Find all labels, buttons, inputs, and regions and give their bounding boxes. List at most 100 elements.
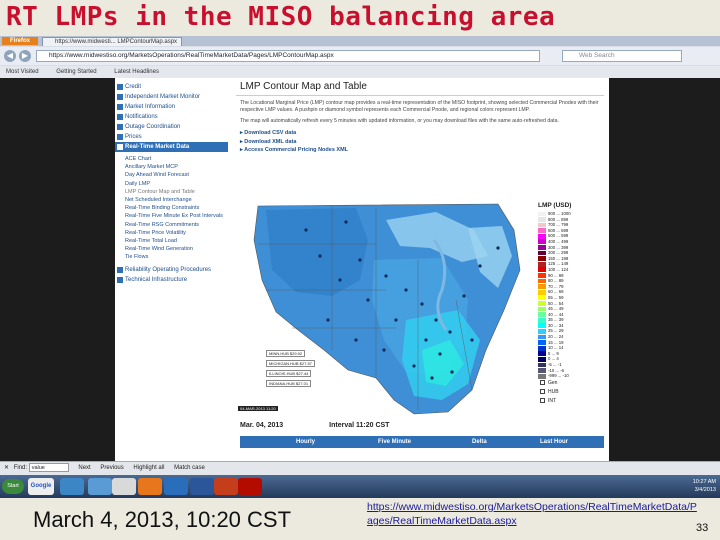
bookmark-most-visited[interactable]: Most Visited <box>6 69 39 75</box>
legend-rows: 900 ... 1000 800 ... 899 700 ... 799 600 ..… <box>538 211 590 379</box>
ie-icon[interactable] <box>88 478 112 495</box>
nav-item-notifications[interactable]: Notifications <box>115 112 228 122</box>
legend-swatch <box>538 306 546 312</box>
subnav-ancillary-mcp[interactable]: Ancillary Market MCP <box>115 163 228 171</box>
description-text: The Locational Marginal Price (LMP) cont… <box>240 100 599 113</box>
legend-label: 45 ... 49 <box>548 306 564 312</box>
find-input[interactable]: value <box>28 462 69 472</box>
app-icon[interactable] <box>112 478 136 495</box>
subnav-ace-chart[interactable]: ACE Chart <box>115 155 228 163</box>
word-icon[interactable] <box>190 478 214 495</box>
subnav-binding-constraints[interactable]: Real-Time Binding Constraints <box>115 204 228 212</box>
interval-date: Mar. 04, 2013 <box>240 422 284 429</box>
nav-item-market-monitor[interactable]: Independent Market Monitor <box>115 92 228 102</box>
nav-item-label: Technical Infrastructure <box>125 277 188 284</box>
tab-bar: Firefox https://www.midwesti... LMPConto… <box>0 36 720 46</box>
checkbox-icon[interactable] <box>540 379 545 385</box>
google-taskbar-button[interactable]: Google <box>28 478 54 495</box>
checkbox-icon[interactable] <box>540 397 545 403</box>
highlight-all-button[interactable]: Highlight all <box>133 465 164 471</box>
legend-swatch <box>538 351 546 357</box>
explorer-icon[interactable] <box>60 478 84 495</box>
subnav-lmp-contour-map[interactable]: LMP Contour Map and Table <box>115 188 228 196</box>
start-button[interactable]: Start <box>2 479 24 494</box>
page-number: 33 <box>696 522 709 534</box>
tab-delta[interactable]: Delta <box>472 436 487 448</box>
browser-tab[interactable]: https://www.midwesti... LMPContourMap.as… <box>42 37 182 46</box>
nav-item-real-time-market-data[interactable]: Real-Time Market Data <box>115 142 228 152</box>
forward-icon[interactable]: ▶ <box>19 50 31 62</box>
legend-label: 800 ... 899 <box>548 216 569 222</box>
legend-swatch <box>538 278 546 284</box>
powerpoint-icon[interactable] <box>214 478 238 495</box>
subnav-daily-lmp[interactable]: Daily LMP <box>115 180 228 188</box>
legend-label: 900 ... 1000 <box>548 211 571 216</box>
tab-last-hour[interactable]: Last Hour <box>540 436 568 448</box>
legend-swatch <box>538 312 546 317</box>
nav-item-label: Reliability Operating Procedures <box>125 267 212 274</box>
legend-label: 0 ... 4 <box>548 356 559 362</box>
firefox-icon[interactable] <box>138 478 162 495</box>
left-navigation: Credit Independent Market Monitor Market… <box>115 78 228 461</box>
legend-swatch <box>538 368 546 373</box>
browser-screenshot: Firefox https://www.midwesti... LMPConto… <box>0 36 720 498</box>
legend-swatch <box>538 373 546 379</box>
address-bar[interactable]: https://www.midwestiso.org/MarketsOperat… <box>36 50 540 62</box>
legend-swatch <box>538 217 546 222</box>
back-icon[interactable]: ◀ <box>4 50 16 62</box>
nav-item-technical-infrastructure[interactable]: Technical Infrastructure <box>115 275 228 285</box>
legend-swatch <box>538 323 546 329</box>
source-link[interactable]: https://www.midwestiso.org/MarketsOperat… <box>367 500 697 528</box>
tab-five-minute[interactable]: Five Minute <box>378 436 411 448</box>
legend-swatch <box>538 295 546 301</box>
subnav-net-scheduled-interchange[interactable]: Net Scheduled Interchange <box>115 196 228 204</box>
download-xml-link[interactable]: ▸ Download XML data <box>240 138 600 147</box>
nav-item-market-information[interactable]: Market Information <box>115 102 228 112</box>
nav-bullet-icon <box>117 104 123 110</box>
legend-label: 700 ... 799 <box>548 222 569 228</box>
legend-toggle-gen[interactable]: Gen <box>538 379 590 388</box>
system-clock[interactable]: 10:27 AM 3/4/2013 <box>693 478 716 494</box>
subnav-tie-flows[interactable]: Tie Flows <box>115 253 228 261</box>
legend-toggle-hub[interactable]: HUB <box>538 388 590 397</box>
pricing-nodes-xml-link[interactable]: ▸ Access Commercial Pricing Nodes XML <box>240 146 600 155</box>
legend-swatch <box>538 273 546 278</box>
nav-item-credit[interactable]: Credit <box>115 82 228 92</box>
map-timestamp: 04-MAR-2013 11:20 <box>238 406 278 411</box>
find-previous-button[interactable]: Previous <box>100 465 123 471</box>
firefox-menu-button[interactable]: Firefox <box>2 37 38 45</box>
outlook-icon[interactable] <box>164 478 188 495</box>
search-input[interactable]: Web Search <box>562 50 682 62</box>
subnav-wind-forecast[interactable]: Day Ahead Wind Forecast <box>115 171 228 179</box>
nav-item-prices[interactable]: Prices <box>115 132 228 142</box>
find-close-icon[interactable]: ✕ <box>4 465 9 471</box>
nav-item-reliability-procedures[interactable]: Reliability Operating Procedures <box>115 265 228 275</box>
legend-toggle-int[interactable]: INT <box>538 397 590 406</box>
nav-item-outage-coordination[interactable]: Outage Coordination <box>115 122 228 132</box>
windows-taskbar: Start Google 10:27 AM 3/4/2013 <box>0 475 720 498</box>
lmp-contour-map[interactable]: MINN.HUB $29.92 MICHIGAN.HUB $27.57 ILLI… <box>236 200 604 418</box>
legend-label: 5 ... 9 <box>548 350 559 356</box>
subnav-wind-generation[interactable]: Real-Time Wind Generation <box>115 245 228 253</box>
nav-bullet-icon <box>117 94 123 100</box>
download-csv-link[interactable]: ▸ Download CSV data <box>240 129 600 138</box>
checkbox-icon[interactable] <box>540 388 545 394</box>
legend-swatch <box>538 239 546 245</box>
bookmark-getting-started[interactable]: Getting Started <box>56 69 96 75</box>
subnav-price-volatility[interactable]: Real-Time Price Volatility <box>115 229 228 237</box>
legend-swatch <box>538 340 546 345</box>
subnav-total-load[interactable]: Real-Time Total Load <box>115 237 228 245</box>
find-next-button[interactable]: Next <box>78 465 90 471</box>
legend-swatch <box>538 345 546 351</box>
subnav-rsg-commitments[interactable]: Real-Time RSG Commitments <box>115 221 228 229</box>
subnav-five-minute-ex-post[interactable]: Real-Time Five Minute Ex Post Intervals <box>115 212 228 220</box>
pdf-icon[interactable] <box>238 478 262 495</box>
browser-chrome: Firefox https://www.midwesti... LMPConto… <box>0 36 720 78</box>
tab-hourly[interactable]: Hourly <box>296 436 315 448</box>
nav-item-label: Prices <box>125 134 142 140</box>
find-bar: ✕ Find: value Next Previous Highlight al… <box>0 461 720 475</box>
bookmark-latest-headlines[interactable]: Latest Headlines <box>114 69 159 75</box>
legend-swatch <box>538 301 546 306</box>
match-case-checkbox[interactable]: Match case <box>174 465 205 471</box>
legend-swatch <box>538 222 546 228</box>
